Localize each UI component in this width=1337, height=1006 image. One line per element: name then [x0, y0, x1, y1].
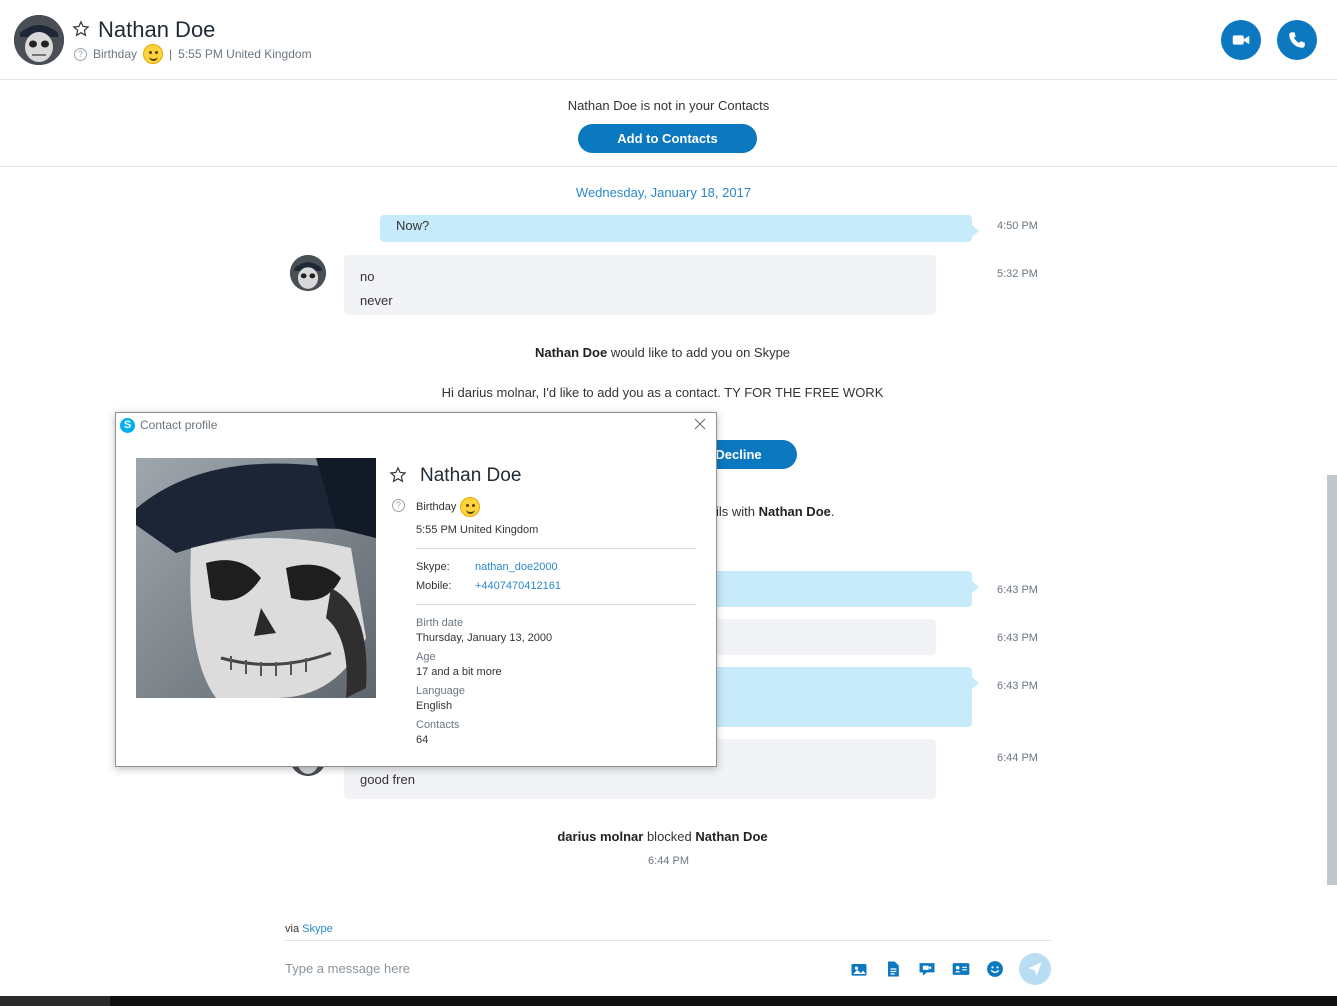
field-value: English — [416, 700, 453, 712]
chat-header: Nathan Doe ? Birthday | 5:55 PM United K… — [0, 0, 1337, 80]
skype-id-link[interactable]: nathan_doe2000 — [475, 561, 558, 573]
not-in-contacts-notice: Nathan Doe is not in your Contacts Add t… — [0, 81, 1337, 167]
field-value: 64 — [416, 734, 429, 746]
video-message-icon[interactable] — [917, 959, 937, 979]
mobile-row: Mobile: +4407470412161 — [416, 580, 561, 592]
audio-call-button[interactable] — [1277, 20, 1317, 60]
message-time: 5:32 PM — [997, 268, 1038, 280]
request-sender-name: Nathan Doe — [534, 345, 608, 360]
partial-name: Nathan Doe — [758, 504, 831, 519]
compose-divider — [285, 940, 1051, 941]
contact-request-notice: Nathan Doe would like to add you on Skyp… — [0, 345, 1325, 360]
smiley-icon — [143, 44, 164, 64]
message-time: 6:43 PM — [997, 584, 1038, 596]
contact-card-icon[interactable] — [951, 959, 971, 979]
message-time: 6:43 PM — [997, 680, 1038, 692]
via-label: via Skype — [285, 923, 333, 935]
message-text: never — [360, 293, 393, 308]
profile-local-time: 5:55 PM United Kingdom — [416, 524, 539, 536]
via-skype-link[interactable]: Skype — [302, 923, 333, 935]
dialog-title: Contact profile — [140, 418, 218, 432]
message-time: 6:43 PM — [997, 632, 1038, 644]
skype-label: Skype: — [416, 561, 450, 573]
field-label: Age — [416, 651, 436, 663]
send-icon — [1028, 962, 1042, 976]
block-actor: darius molnar — [557, 829, 644, 844]
emoticon-icon[interactable] — [985, 959, 1005, 979]
phone-icon — [1289, 32, 1305, 48]
separator: | — [169, 47, 173, 61]
question-icon[interactable]: ? — [74, 47, 87, 61]
request-text: would like to add you on Skype — [610, 345, 791, 360]
divider — [416, 548, 696, 549]
message-text: good fren — [360, 772, 415, 787]
field-value: 17 and a bit more — [416, 666, 502, 678]
birthday-label: Birthday — [93, 47, 138, 61]
profile-birthday: Birthday — [416, 497, 481, 517]
birthday-label: Birthday — [416, 501, 457, 513]
contact-profile-dialog: S Contact profile Nathan Doe ? Birthday … — [115, 412, 717, 767]
block-event-notice: darius molnar blocked Nathan Doe — [0, 829, 1325, 844]
partial-system-line: ils with Nathan Doe. — [716, 504, 916, 519]
skype-logo-icon: S — [120, 418, 135, 433]
field-label: Contacts — [416, 719, 460, 731]
file-icon[interactable] — [883, 959, 903, 979]
divider — [416, 604, 696, 605]
scrollbar[interactable] — [1327, 475, 1337, 885]
contact-request-message: Hi darius molnar, I'd like to add you as… — [441, 385, 884, 400]
os-taskbar — [0, 996, 1337, 1006]
mobile-number-link[interactable]: +4407470412161 — [475, 580, 561, 592]
contact-status: ? Birthday | 5:55 PM United Kingdom — [74, 44, 312, 64]
partial-suffix: . — [830, 504, 835, 519]
notice-text: Nathan Doe is not in your Contacts — [567, 98, 770, 113]
field-label: Birth date — [416, 617, 464, 629]
profile-name: Nathan Doe — [420, 465, 522, 486]
profile-photo — [136, 458, 376, 698]
message-input[interactable] — [285, 958, 805, 978]
contact-name: Nathan Doe — [98, 17, 216, 42]
favorite-star-icon[interactable] — [72, 20, 90, 38]
field-value: Thursday, January 13, 2000 — [416, 632, 553, 644]
message-time: 6:44 PM — [997, 752, 1038, 764]
block-event-time: 6:44 PM — [648, 855, 689, 867]
message-text: Now? — [396, 218, 430, 233]
dialog-titlebar[interactable]: S Contact profile — [116, 413, 716, 437]
message-bubble-outgoing[interactable]: Now? — [380, 215, 979, 242]
video-call-button[interactable] — [1221, 20, 1261, 60]
contact-avatar[interactable] — [14, 15, 64, 65]
message-text: no — [360, 269, 375, 284]
add-to-contacts-button[interactable]: Add to Contacts — [578, 124, 757, 153]
taskbar-start-area[interactable] — [0, 996, 110, 1006]
smiley-icon — [460, 497, 481, 517]
question-icon[interactable]: ? — [392, 499, 405, 512]
sender-avatar[interactable] — [290, 255, 326, 291]
skype-id-row: Skype: nathan_doe2000 — [416, 561, 558, 573]
close-icon[interactable] — [692, 416, 708, 432]
block-action: blocked — [646, 829, 692, 844]
mobile-label: Mobile: — [416, 580, 452, 592]
message-bubble-incoming[interactable]: no never — [344, 255, 936, 315]
date-separator: Wednesday, January 18, 2017 — [575, 185, 752, 200]
message-time: 4:50 PM — [997, 220, 1038, 232]
local-time: 5:55 PM United Kingdom — [178, 47, 312, 61]
media-icon[interactable] — [849, 959, 869, 979]
send-button[interactable] — [1019, 953, 1051, 985]
via-text: via — [285, 923, 300, 935]
field-label: Language — [416, 685, 465, 697]
favorite-star-icon[interactable] — [389, 466, 407, 484]
block-target: Nathan Doe — [695, 829, 768, 844]
video-camera-icon — [1232, 35, 1250, 45]
partial-text: ils with — [716, 504, 756, 519]
